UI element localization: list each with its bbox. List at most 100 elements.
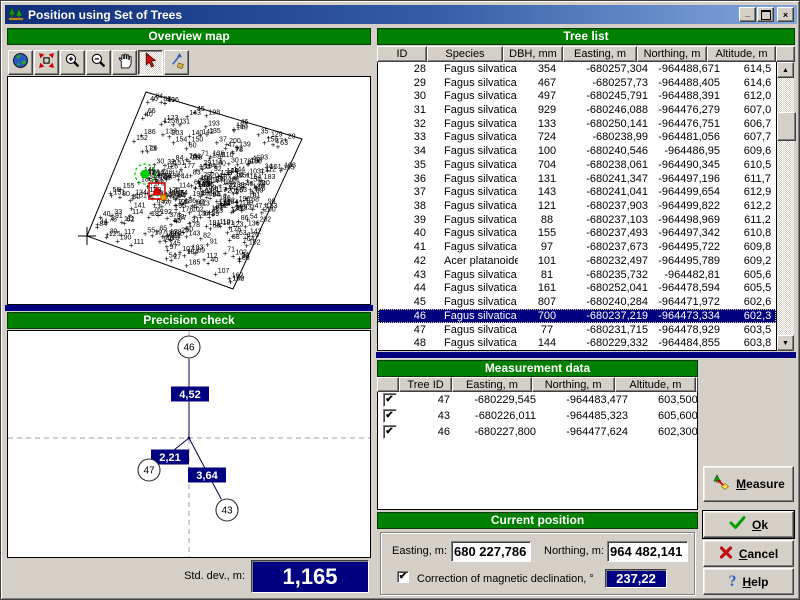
cell: -964490,345 [652,159,724,171]
table-row[interactable]: 47Fagus silvatica77-680231,715-964478,92… [378,323,776,337]
cell: 43 [398,410,458,422]
column-header-easting[interactable]: Easting, m [452,377,531,392]
svg-text:47: 47 [143,466,155,477]
svg-text:3,64: 3,64 [196,470,218,482]
map-toolbar [7,46,371,76]
scroll-up-button[interactable]: ▲ [777,62,794,78]
table-row[interactable]: 38Fagus silvatica121-680237,903-964499,8… [378,199,776,213]
column-header-altitude[interactable]: Altitude, m [707,46,776,62]
table-row[interactable]: 45Fagus silvatica807-680240,284-964471,9… [378,295,776,309]
column-header-northing[interactable]: Northing, m [637,46,707,62]
cell: 354 [518,63,576,75]
horizontal-splitter-left[interactable] [5,305,373,311]
cell: 607,7 [724,131,776,143]
cell: 467 [518,77,576,89]
zoom-out-tool-button[interactable] [86,50,111,75]
table-row[interactable]: 46Fagus silvatica700-680237,219-964473,3… [378,309,776,323]
table-row[interactable]: 39Fagus silvatica88-680237,103-964498,96… [378,213,776,227]
cell: 610,5 [724,159,776,171]
column-header-altitude[interactable]: Altitude, m [615,377,696,392]
precision-check-header: Precision check [7,312,371,329]
row-checkbox[interactable]: ✔ [383,425,397,439]
tree-list-table[interactable]: 28Fagus silvatica354-680257,304-964488,6… [377,62,777,351]
table-row[interactable]: 33Fagus silvatica724-680238,99-964481,05… [378,131,776,145]
table-row[interactable]: 29Fagus silvatica467-680257,73-964488,40… [378,76,776,90]
select-arrow-tool-button[interactable] [138,50,163,75]
svg-text:91: 91 [210,239,218,246]
title-bar[interactable]: Position using Set of Trees _ × [5,5,797,24]
table-row[interactable]: 40Fagus silvatica155-680237,493-964497,3… [378,227,776,241]
cell: 614,5 [724,63,776,75]
table-row[interactable]: 48Fagus silvatica144-680229,332-964484,8… [378,336,776,350]
close-button[interactable]: × [777,7,794,22]
scroll-down-button[interactable]: ▼ [777,335,794,351]
horizontal-splitter-right[interactable] [376,352,796,358]
declination-checkbox[interactable]: ✔ [397,571,409,583]
pan-tool-button[interactable] [112,50,137,75]
row-checkbox[interactable]: ✔ [383,393,397,407]
app-icon-trees [8,6,24,24]
column-header-tree-id[interactable]: Tree ID [399,377,453,392]
table-row[interactable]: 42Acer platanoides101-680232,497-964495,… [378,254,776,268]
column-header-species[interactable]: Species [427,46,503,62]
svg-text:4,52: 4,52 [179,389,200,401]
zoom-out-icon [90,52,107,72]
measure-tool-icon [168,52,185,72]
svg-text:60: 60 [189,142,197,149]
cell: 605,6 [724,269,776,281]
cell: 101 [518,255,576,267]
cell: -680237,903 [576,200,652,212]
column-header-checkbox[interactable] [377,377,399,392]
overview-map-canvas[interactable]: +54+136+68+114+23+32+56+27+111+32+67+78+… [7,76,371,305]
window-title: Position using Set of Trees [28,8,738,22]
column-header-northing[interactable]: Northing, m [532,377,615,392]
column-header-easting[interactable]: Easting, m [563,46,637,62]
table-row[interactable]: 30Fagus silvatica497-680245,791-964488,3… [378,89,776,103]
cell: Fagus silvatica [438,145,518,157]
cell: Fagus silvatica [438,296,518,308]
std-dev-display: 1,165 [251,560,369,593]
measurement-row[interactable]: ✔47-680229,545-964483,477603,500 [378,392,697,408]
table-row[interactable]: 35Fagus silvatica704-680238,061-964490,3… [378,158,776,172]
zoom-extent-tool-button[interactable] [34,50,59,75]
ok-button[interactable]: Ok [703,511,794,538]
measurement-row[interactable]: ✔43-680226,011-964485,323605,600 [378,408,697,424]
table-row[interactable]: 31Fagus silvatica929-680246,088-964476,2… [378,103,776,117]
zoom-in-tool-button[interactable] [60,50,85,75]
table-row[interactable]: 36Fagus silvatica131-680241,347-964497,1… [378,172,776,186]
easting-field[interactable]: 680 227,786 [451,541,531,562]
measure-tool-tool-button[interactable] [164,50,189,75]
cancel-button[interactable]: Cancel [703,540,794,567]
svg-text:111: 111 [133,239,144,246]
cell: -964473,334 [652,310,724,322]
table-row[interactable]: 32Fagus silvatica133-680250,141-964476,7… [378,117,776,131]
cell: 929 [518,104,576,116]
cell: 47 [378,324,438,336]
measurement-table[interactable]: ✔47-680229,545-964483,477603,500✔43-6802… [377,392,698,510]
globe-tool-button[interactable] [8,50,33,75]
table-row[interactable]: 44Fagus silvatica161-680252,041-964478,5… [378,282,776,296]
cell: 88 [518,214,576,226]
column-header-id[interactable]: ID [377,46,427,62]
table-row[interactable]: 43Fagus silvatica81-680235,732-964482,81… [378,268,776,282]
tree-list-scrollbar[interactable]: ▲ ▼ [777,62,794,351]
row-checkbox[interactable]: ✔ [383,409,397,423]
minimize-button[interactable]: _ [739,7,756,22]
scrollbar-thumb[interactable] [777,112,796,141]
cell: Fagus silvatica [438,186,518,198]
table-row[interactable]: 37Fagus silvatica143-680241,041-964499,6… [378,185,776,199]
table-row[interactable]: 28Fagus silvatica354-680257,304-964488,6… [378,62,776,76]
cell: -680257,304 [576,63,652,75]
help-button[interactable]: ? Help [703,568,794,595]
cell: 46 [378,310,438,322]
northing-field[interactable]: 964 482,141 [607,541,688,562]
table-row[interactable]: 41Fagus silvatica97-680237,673-964495,72… [378,240,776,254]
table-row[interactable]: 34Fagus silvatica100-680240,546-964486,9… [378,144,776,158]
column-header-filler [696,377,698,392]
measure-button[interactable]: Measure [703,466,794,502]
svg-text:93: 93 [177,214,185,221]
column-header-dbh[interactable]: DBH, mm [503,46,563,62]
declination-field[interactable]: 237,22 [605,569,667,588]
maximize-button[interactable] [757,7,774,22]
measurement-row[interactable]: ✔46-680227,800-964477,624602,300 [378,424,697,440]
